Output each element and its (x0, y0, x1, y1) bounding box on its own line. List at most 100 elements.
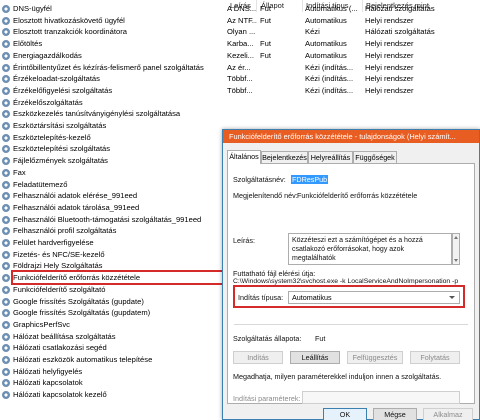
service-desc: Olyan ... (227, 27, 256, 37)
service-name[interactable]: Google frissítés Szolgáltatás (gupdate) (13, 296, 225, 307)
service-name[interactable]: GraphicsPerfSvc (13, 319, 225, 330)
service-name[interactable]: Érintőbillentyűzet és kézírás-felismerő … (13, 62, 225, 73)
service-name-label: Szolgáltatásnév: (233, 175, 286, 184)
service-row[interactable]: Eszközkezelés tanúsítványigénylési szolg… (0, 108, 480, 119)
service-gear-icon (2, 391, 10, 400)
service-gear-icon (2, 297, 10, 306)
service-gear-icon (2, 110, 10, 119)
service-name[interactable]: Eszköztelepítés-kezelő (13, 132, 225, 143)
service-name[interactable]: Elosztott tranzakciók koordinátora (13, 26, 225, 37)
start-parameters-input[interactable] (302, 391, 460, 404)
service-logon: Hálózati szolgáltatás (365, 4, 435, 13)
service-name[interactable]: Hálózati csatlakozási segéd (13, 342, 225, 353)
service-start: Kézi (indítás... (305, 62, 354, 72)
service-name[interactable]: Energiagazdálkodás (13, 50, 225, 61)
display-name-label: Megjelenítendő név: (233, 191, 298, 200)
service-name[interactable]: Fájlelőzmények szolgáltatás (13, 155, 225, 166)
service-name[interactable]: Felhasználói Bluetooth-támogatási szolgá… (13, 214, 225, 225)
service-row[interactable]: Érintőbillentyűzet és kézírás-felismerő … (0, 62, 480, 73)
service-name[interactable]: Hálózat beállítása szolgáltatás (13, 331, 225, 342)
service-row[interactable]: Érzékelőfigyelési szolgáltatás Többf... Ké… (0, 85, 480, 96)
service-name[interactable]: Hálózati kapcsolatok kezelő (13, 389, 225, 400)
service-row[interactable]: Elosztott tranzakciók koordinátora Olyan … (0, 26, 480, 37)
tab-dependencies[interactable]: Függőségek (353, 151, 397, 163)
service-gear-icon (2, 168, 10, 177)
service-name[interactable]: DNS-ügyfél (13, 3, 225, 14)
dialog-title[interactable]: Funkciófelderítő erőforrás közzététele -… (223, 130, 479, 143)
service-gear-icon (2, 274, 10, 283)
chevron-down-icon[interactable] (449, 296, 455, 299)
service-logon: Helyi rendszer (365, 62, 414, 72)
exe-path-value[interactable]: C:\Windows\system32\svchost.exe -k Local… (233, 278, 458, 285)
pause-button[interactable]: Felfüggesztés (347, 351, 403, 364)
tab-recovery[interactable]: Helyreállítás (308, 151, 353, 163)
stop-button[interactable]: Leállítás (290, 351, 340, 364)
service-name[interactable]: Fax (13, 167, 225, 178)
service-gear-icon (2, 98, 10, 107)
service-name[interactable]: Érzékeloadat-szolgáltatás (13, 73, 225, 84)
general-tab-panel: Szolgáltatásnév: FDResPub Megjelenítendő… (227, 163, 475, 404)
service-gear-icon (2, 227, 10, 236)
service-row[interactable]: Energiagazdálkodás Kezeli... Fut Automatiku… (0, 50, 480, 61)
service-name[interactable]: Felhasználói adatok elérése_991eed (13, 190, 225, 201)
service-status: Fut (260, 4, 271, 13)
service-start: Kézi (305, 27, 320, 37)
scroll-up-icon[interactable] (454, 236, 458, 239)
service-row[interactable]: Előtöltés Karba... Fut Automatikus Helyi ren… (0, 38, 480, 49)
service-row[interactable]: DNS-ügyfél A DNS... Fut Automatikus (... Hál… (0, 3, 480, 14)
service-desc: Az ér... (227, 62, 251, 72)
service-logon: Hálózati szolgáltatás (365, 27, 435, 37)
cancel-button[interactable]: Mégse (373, 408, 417, 420)
service-start: Automatikus (... (305, 4, 358, 13)
service-desc: A DNS... (227, 4, 257, 13)
service-name[interactable]: Eszközkezelés tanúsítványigénylési szolg… (13, 108, 225, 119)
apply-button[interactable]: Alkalmaz (423, 408, 473, 420)
service-gear-icon (2, 157, 10, 166)
service-name[interactable]: Fizetés- és NFC/SE-kezelő (13, 249, 225, 260)
service-gear-icon (2, 356, 10, 364)
service-name-value[interactable]: FDResPub (291, 175, 329, 184)
startup-type-label: Indítás típusa: (238, 293, 284, 302)
service-name[interactable]: Előtöltés (13, 38, 225, 49)
tab-logon[interactable]: Bejelentkezés (261, 151, 308, 163)
service-gear-icon (2, 239, 10, 247)
service-gear-icon (2, 215, 10, 224)
service-name[interactable]: Földrajzi Hely Szolgáltatás (13, 260, 225, 271)
service-name[interactable]: Feladatütemező (13, 179, 225, 190)
scroll-down-icon[interactable] (454, 259, 458, 262)
service-desc: Az NTF... (227, 15, 257, 25)
service-name[interactable]: Google frissítés Szolgáltatás (gupdatem) (13, 307, 225, 318)
service-row[interactable]: Érzékelőszolgáltatás (0, 97, 480, 108)
service-gear-icon (2, 63, 10, 72)
service-name[interactable]: Eszköztelepítési szolgáltatás (13, 143, 225, 154)
service-name[interactable]: Hálózati kapcsolatok (13, 377, 225, 388)
service-gear-icon (2, 122, 10, 130)
service-row[interactable]: Érzékeloadat-szolgáltatás Többf... Kézi (i… (0, 73, 480, 84)
service-logon: Helyi rendszer (365, 50, 414, 60)
ok-button[interactable]: OK (323, 408, 367, 420)
service-name[interactable]: Elosztott hivatkozáskövető ügyfél (13, 15, 225, 26)
service-start: Kézi (indítás... (305, 85, 354, 95)
display-name-value[interactable]: Funkciófelderítő erőforrás közzététele (297, 191, 417, 200)
service-row[interactable]: Elosztott hivatkozáskövető ügyfél Az NTF.… (0, 15, 480, 26)
tab-general[interactable]: Általános (227, 150, 261, 164)
start-parameters-label: Indítási paraméterek: (233, 394, 301, 403)
service-gear-icon (2, 203, 10, 212)
service-gear-icon (2, 332, 10, 341)
service-name[interactable]: Hálózati helyfigyelés (13, 366, 225, 377)
service-name[interactable]: Érzékelőfigyelési szolgáltatás (13, 85, 225, 96)
service-gear-icon (2, 250, 10, 259)
service-name[interactable]: Funkciófelderítő szolgáltató (13, 284, 225, 295)
startup-type-select[interactable]: Automatikus (288, 291, 460, 304)
service-name[interactable]: Felhasználói adatok tárolása_991eed (13, 202, 225, 213)
description-scrollbar[interactable] (452, 233, 460, 265)
description-textbox[interactable]: Közzéteszi ezt a számítógépet és a hozzá… (288, 233, 452, 265)
service-name[interactable]: Hálózati eszközök automatikus telepítése (13, 354, 225, 365)
resume-button[interactable]: Folytatás (410, 351, 460, 364)
service-name[interactable]: Eszköztársítási szolgáltatás (13, 120, 225, 131)
service-name[interactable]: Funkciófelderítő erőforrás közzététele (11, 270, 227, 286)
start-button[interactable]: Indítás (233, 351, 283, 364)
service-name[interactable]: Felület hardverfigyelése (13, 237, 225, 248)
service-name[interactable]: Érzékelőszolgáltatás (13, 97, 225, 108)
service-name[interactable]: Felhasználói profil szolgáltatás (13, 225, 225, 236)
